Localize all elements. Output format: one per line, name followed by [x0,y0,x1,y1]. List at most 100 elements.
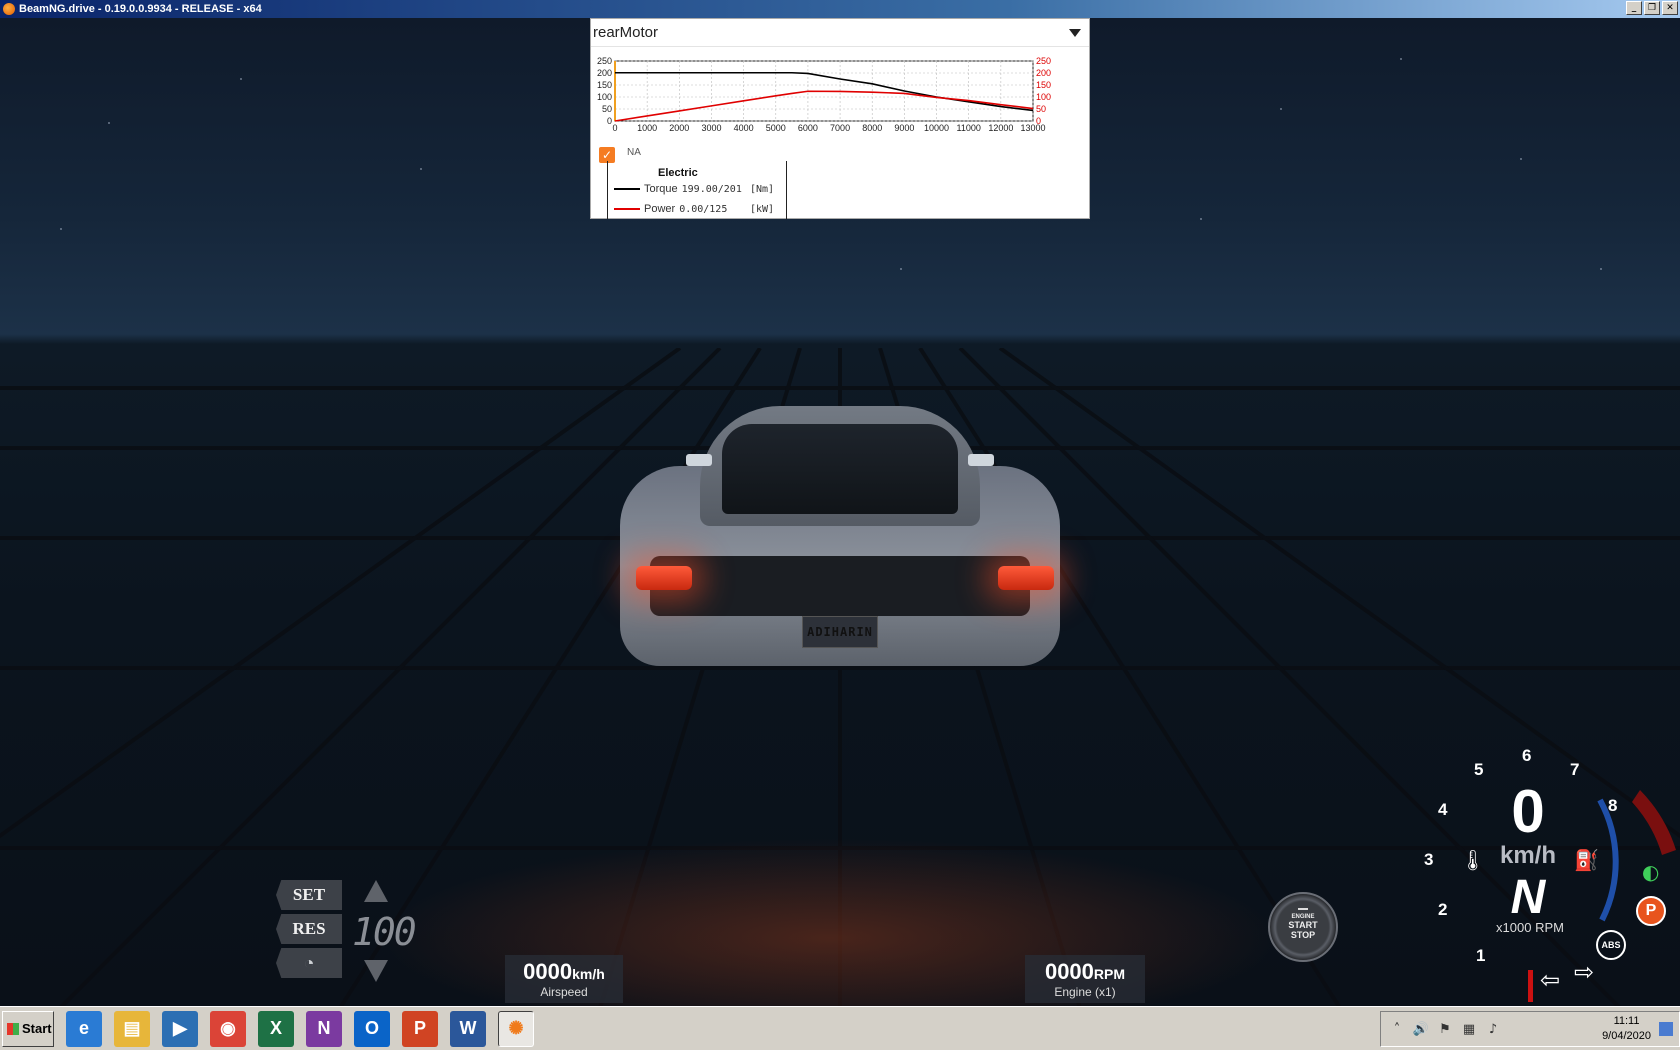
y-right-tick-label: 0 [1036,116,1041,126]
y-left-tick-label: 50 [602,104,612,114]
legend-value: 0.00/125 [679,203,728,215]
y-left-tick-label: 250 [597,57,612,66]
close-button[interactable]: ✕ [1662,1,1678,15]
engine-rpm-unit: RPM [1093,966,1126,982]
y-right-tick-label: 100 [1036,92,1051,102]
start-button-line3: STOP [1290,930,1316,940]
x-tick-label: 3000 [701,123,721,133]
taskbar-apps: e ▤ ▶ ◉ X N O P W ✺ [54,1010,534,1047]
x-tick-label: 10000 [924,123,949,133]
excel-taskbar-icon[interactable]: X [258,1010,294,1047]
abs-indicator: ABS [1596,930,1626,960]
y-left-tick-label: 150 [597,80,612,90]
rpm-tick-5: 5 [1474,760,1484,779]
rpm-label: x1000 RPM [1496,920,1564,935]
gauge-cluster: 1 2 3 4 5 6 7 8 0 km/h N x1000 RPM 🌡 ⛽ ◐… [1380,720,1680,1010]
x-tick-label: 7000 [830,123,850,133]
powerpoint-taskbar-icon[interactable]: P [402,1010,438,1047]
y-right-tick-label: 50 [1036,104,1046,114]
y-right-tick-label: 150 [1036,80,1051,90]
internet-explorer-taskbar-icon[interactable]: e [66,1010,102,1047]
cruise-res-button[interactable]: RES [276,914,342,944]
rpm-tick-7: 7 [1570,760,1580,779]
x-tick-label: 8000 [862,123,882,133]
motor-selector[interactable]: rearMotor [591,19,1089,47]
legend-value: 199.00/201 [681,183,742,195]
y-right-tick-label: 200 [1036,68,1051,78]
x-tick-label: 5000 [766,123,786,133]
beamng-taskbar-icon[interactable]: ✺ [498,1010,534,1047]
legend-title: Electric [658,167,698,179]
parking-brake-indicator: P [1636,896,1666,926]
engine-rpm-value: 0000 [1044,959,1094,984]
x-tick-label: 1000 [637,123,657,133]
window-title: BeamNG.drive - 0.19.0.0.9934 - RELEASE -… [19,3,262,15]
cruise-toggle-button[interactable]: ◔ [276,948,342,978]
legend-unit: [Nm] [750,183,775,195]
tray-expand-icon[interactable]: ˄ [1389,1021,1405,1037]
outlook-taskbar-icon[interactable]: O [354,1010,390,1047]
windows-flag-icon [7,1022,19,1035]
engine-rpm-label: Engine (x1) [1054,985,1116,999]
flag-alert-icon[interactable]: ⚑ [1437,1021,1453,1037]
cruise-set-speed: 100 [352,910,417,954]
legend-row-power: Power 0.00/125 [kW] [608,203,774,215]
airspeed-value: 0000 [523,959,573,984]
cruise-set-button[interactable]: SET [276,880,342,910]
start-button[interactable]: Start [2,1010,54,1047]
window-titlebar: BeamNG.drive - 0.19.0.0.9934 - RELEASE -… [0,0,1680,18]
clock-time: 11:11 [1613,1015,1640,1027]
network-icon[interactable]: ▦ [1461,1021,1477,1037]
beamng-app-icon [3,3,15,15]
speaker-icon[interactable]: ♪ [1485,1021,1501,1037]
right-mirror [968,454,994,466]
rpm-tick-6: 6 [1522,746,1532,765]
torque-power-chart: 0 1000 2000 3000 4000 5000 6000 7000 8000 9000 100… [597,57,1051,133]
chrome-taskbar-icon[interactable]: ◉ [210,1010,246,1047]
window-controls: _ ❐ ✕ [1626,1,1678,15]
restore-button[interactable]: ❐ [1644,1,1660,15]
engine-start-stop-button[interactable]: ENGINE START STOP [1268,892,1338,962]
clock-date: 9/04/2020 [1602,1030,1651,1042]
clock[interactable]: 11:11 9/04/2020 [1602,1014,1651,1044]
rpm-tick-2: 2 [1438,900,1448,919]
left-mirror [686,454,712,466]
headlight-icon: ◐ [1642,860,1660,884]
y-right-tick-label: 250 [1036,57,1051,66]
volume-icon[interactable]: 🔊 [1413,1021,1429,1037]
file-explorer-taskbar-icon[interactable]: ▤ [114,1010,150,1047]
x-tick-label: 9000 [894,123,914,133]
x-tick-label: 6000 [798,123,818,133]
cruise-speed-down-icon[interactable] [364,960,388,982]
word-taskbar-icon[interactable]: W [450,1010,486,1047]
chart-legend: Electric Torque 199.00/201 [Nm] Power 0.… [607,161,787,219]
player-car: ADIHARIN [610,406,1070,686]
cruise-speed-up-icon[interactable] [364,880,388,902]
x-tick-label: 12000 [988,123,1013,133]
license-plate: ADIHARIN [802,616,878,648]
start-button-indicator [1298,908,1308,910]
car-rear-panel [650,556,1030,616]
turn-right-icon: ⇨ [1574,958,1595,986]
windows-taskbar: Start e ▤ ▶ ◉ X N O P W ✺ ˄ 🔊 ⚑ ▦ ♪ 11:11 9/04/20… [0,1006,1680,1050]
legend-row-torque: Torque 199.00/201 [Nm] [608,183,774,195]
dropdown-arrow-icon[interactable] [1069,28,1081,37]
power-swatch [614,208,640,210]
show-desktop-icon[interactable] [1659,1022,1673,1036]
x-tick-label: 4000 [734,123,754,133]
system-tray: ˄ 🔊 ⚑ ▦ ♪ 11:11 9/04/2020 [1380,1011,1680,1047]
y-left-tick-label: 200 [597,68,612,78]
torque-curve-widget: rearMotor 0 1000 2000 3000 4000 5000 6000 7000 8… [590,18,1090,219]
rpm-bar-indicator [1528,970,1533,1002]
rpm-tick-1: 1 [1476,946,1486,965]
legend-unit: [kW] [750,203,775,215]
media-player-taskbar-icon[interactable]: ▶ [162,1010,198,1047]
cruise-control: SET RES ◔ 100 [276,878,417,988]
minimize-button[interactable]: _ [1626,1,1642,15]
onenote-taskbar-icon[interactable]: N [306,1010,342,1047]
rpm-tick-3: 3 [1424,850,1434,869]
start-label: Start [22,1021,52,1036]
na-label: NA [627,147,641,158]
x-tick-label: 13000 [1020,123,1045,133]
torque-swatch [614,188,640,190]
